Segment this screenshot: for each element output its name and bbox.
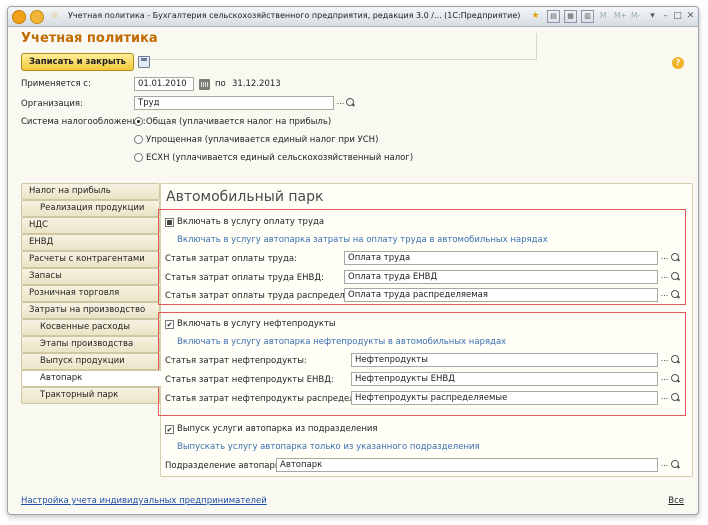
maximize-icon[interactable]: □ [671,10,684,23]
all-link[interactable]: Все [668,496,684,506]
fuel-cost-field[interactable]: Нефтепродукты [351,353,658,367]
date-to-value: 31.12.2013 [232,79,281,89]
fuel-cost-distributed-field[interactable]: Нефтепродукты распределяемые [351,391,658,405]
labor-cost-envd-label: Статья затрат оплаты труда ЕНВД: [165,273,324,283]
form-title: Учетная политика [21,31,158,46]
labor-include-label[interactable]: Включать в услугу оплату труда [177,217,324,227]
fuel-include-label[interactable]: Включать в услугу нефтепродукты [177,319,336,329]
tax-eskhn-radio[interactable] [134,153,143,162]
entrepreneurs-settings-link[interactable]: Настройка учета индивидуальных предприни… [21,496,267,506]
fuel-cost-search-icon[interactable] [670,354,680,366]
labor-cost-field[interactable]: Оплата труда [344,251,658,265]
sidebar-item-indirect-costs[interactable]: Косвенные расходы [21,319,160,336]
release-from-dept-checkbox[interactable] [165,425,174,434]
menu-icon[interactable] [30,10,44,24]
app-window: ☆ Учетная политика - Бухгалтерия сельско… [7,6,699,515]
autopark-dept-label: Подразделение автопарка: [165,461,289,471]
fuel-cost-distributed-search-icon[interactable] [670,392,680,404]
favorite-star-icon[interactable]: ★ [529,10,542,23]
labor-cost-envd-select-button[interactable]: ... [659,270,670,284]
sidebar-item-production-costs[interactable]: Затраты на производство [21,302,160,319]
labor-include-checkbox[interactable] [165,218,174,227]
sidebar-item-production-stages[interactable]: Этапы производства [21,336,160,353]
autopark-dept-search-icon[interactable] [670,459,680,471]
doc-icon[interactable]: ▤ [547,10,560,23]
sidebar-item-envd[interactable]: ЕНВД [21,234,160,251]
sidebar-item-profit-tax[interactable]: Налог на прибыль [21,183,160,200]
calendar-icon[interactable]: ▥ [581,10,594,23]
app-logo-icon[interactable] [12,10,26,24]
sidebar-item-product-sales[interactable]: Реализация продукции [21,200,160,217]
labor-cost-search-icon[interactable] [670,252,680,264]
sidebar-item-autopark[interactable]: Автопарк [21,370,162,387]
fuel-cost-envd-label: Статья затрат нефтепродукты ЕНВД: [165,375,334,385]
memory-button[interactable]: M [600,11,606,20]
calendar-picker-icon[interactable] [199,79,210,90]
release-hint: Выпускать услугу автопарка только из ука… [177,442,480,452]
tax-eskhn-label[interactable]: ЕСХН (уплачивается единый сельскохозяйст… [146,153,413,163]
labor-hint: Включать в услугу автопарка затраты на о… [177,235,548,245]
autopark-dept-select-button[interactable]: ... [659,458,670,472]
close-icon[interactable]: ✕ [684,10,697,23]
fuel-cost-envd-select-button[interactable]: ... [659,372,670,386]
sidebar-item-product-output[interactable]: Выпуск продукции [21,353,160,370]
window-title: Учетная политика - Бухгалтерия сельскохо… [68,11,521,20]
sidebar-item-tractor-park[interactable]: Тракторный парк [21,387,160,404]
tax-usn-radio[interactable] [134,135,143,144]
autopark-dept-field[interactable]: Автопарк [276,458,658,472]
fuel-include-checkbox[interactable] [165,320,174,329]
fuel-cost-select-button[interactable]: ... [659,353,670,367]
tax-system-label: Система налогообложения: [21,117,146,127]
fuel-hint: Включать в услугу автопарка нефтепродукт… [177,337,507,347]
title-divider [149,33,537,60]
labor-cost-envd-field[interactable]: Оплата труда ЕНВД [344,270,658,284]
labor-cost-distributed-field[interactable]: Оплата труда распределяемая [344,288,658,302]
sidebar-item-counterparties[interactable]: Расчеты с контрагентами [21,251,160,268]
sidebar-item-retail[interactable]: Розничная торговля [21,285,160,302]
save-and-close-button[interactable]: Записать и закрыть [21,53,134,71]
sidebar-item-vat[interactable]: НДС [21,217,160,234]
labor-cost-envd-search-icon[interactable] [670,271,680,283]
save-icon[interactable] [138,56,150,68]
table-icon[interactable]: ▦ [564,10,577,23]
organization-label: Организация: [21,99,83,109]
fuel-cost-label: Статья затрат нефтепродукты: [165,356,307,366]
organization-search-icon[interactable] [345,97,355,109]
dropdown-icon[interactable]: ▾ [646,10,659,23]
help-icon[interactable]: ? [672,57,684,69]
labor-cost-distributed-search-icon[interactable] [670,289,680,301]
fuel-cost-envd-search-icon[interactable] [670,373,680,385]
panel-title: Автомобильный парк [166,189,324,205]
sidebar-item-inventory[interactable]: Запасы [21,268,160,285]
date-from-field[interactable]: 01.01.2010 [134,77,194,91]
release-from-dept-label[interactable]: Выпуск услуги автопарка из подразделения [177,424,378,434]
tax-usn-label[interactable]: Упрощенная (уплачивается единый налог пр… [146,135,378,145]
memory-plus-button[interactable]: M+ [614,11,627,20]
applies-label: Применяется с: [21,79,91,89]
fuel-cost-distributed-select-button[interactable]: ... [659,391,670,405]
date-to-prefix: по [215,79,226,89]
organization-field[interactable]: Труд [134,96,334,110]
title-bar: ☆ Учетная политика - Бухгалтерия сельско… [8,7,698,27]
fuel-cost-envd-field[interactable]: Нефтепродукты ЕНВД [351,372,658,386]
labor-cost-label: Статья затрат оплаты труда: [165,254,297,264]
labor-cost-select-button[interactable]: ... [659,251,670,265]
star-icon[interactable]: ☆ [48,10,61,23]
labor-cost-distributed-select-button[interactable]: ... [659,288,670,302]
memory-minus-button[interactable]: M- [631,11,640,20]
tax-general-radio[interactable] [134,117,143,126]
tax-general-label[interactable]: Общая (уплачивается налог на прибыль) [146,117,331,127]
